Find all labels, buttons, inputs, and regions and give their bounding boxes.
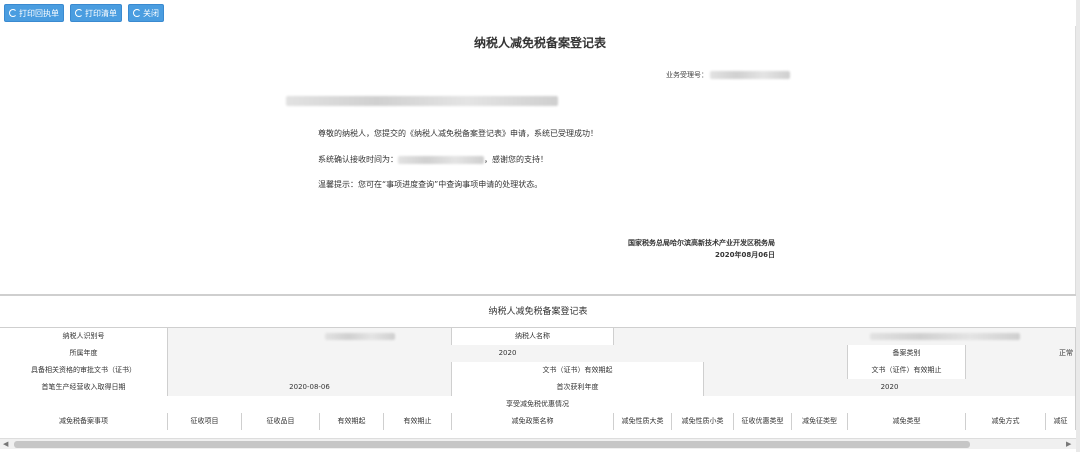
column-header: 减征 bbox=[1046, 413, 1076, 430]
print-receipt-label: 打印回执单 bbox=[19, 8, 59, 18]
first-income-date-value: 2020-08-06 bbox=[168, 379, 452, 396]
receipt-line-1: 尊敬的纳税人，您提交的《纳税人减免税备案登记表》申请，系统已受理成功！ bbox=[318, 129, 598, 138]
column-header: 有效期止 bbox=[384, 413, 452, 430]
column-header: 有效期起 bbox=[320, 413, 384, 430]
close-label: 关闭 bbox=[143, 8, 159, 18]
receipt-line-2-prefix: 系统确认接收时间为： bbox=[318, 155, 398, 164]
scrollbar-thumb[interactable] bbox=[14, 441, 970, 448]
redacted-business-number bbox=[710, 71, 790, 79]
redacted-receive-time bbox=[398, 155, 484, 164]
print-list-label: 打印清单 bbox=[85, 8, 117, 18]
first-income-date-label: 首笔生产经营收入取得日期 bbox=[0, 379, 168, 396]
approval-doc-value bbox=[168, 362, 452, 379]
taxpayer-name-value bbox=[614, 328, 1076, 345]
preferential-section-label: 享受减免税优惠情况 bbox=[0, 396, 1076, 413]
column-header: 征收项目 bbox=[168, 413, 242, 430]
receipt-date: 2020年08月06日 bbox=[715, 251, 775, 259]
table-row: 纳税人识别号 纳税人名称 bbox=[0, 328, 1076, 345]
redacted-taxpayer-id bbox=[324, 332, 395, 340]
scroll-right-icon[interactable]: ▶ bbox=[1066, 440, 1071, 449]
refresh-icon bbox=[9, 9, 17, 17]
filing-type-value: 正常 bbox=[966, 345, 1076, 362]
first-profit-year-label: 首次获利年度 bbox=[452, 379, 704, 396]
column-header: 减免性质大类 bbox=[614, 413, 672, 430]
table-row: 所属年度 2020 备案类别 正常 bbox=[0, 345, 1076, 362]
refresh-icon bbox=[133, 9, 141, 17]
close-button[interactable]: 关闭 bbox=[128, 4, 164, 22]
taxpayer-name-label: 纳税人名称 bbox=[452, 328, 614, 345]
receipt-title: 纳税人减免税备案登记表 bbox=[473, 36, 606, 50]
column-header: 征收优惠类型 bbox=[734, 413, 792, 430]
first-profit-year-value: 2020 bbox=[704, 379, 1076, 396]
doc-valid-to-label: 文书（证件）有效期止 bbox=[848, 362, 966, 379]
doc-valid-from-value bbox=[704, 362, 848, 379]
business-number: 业务受理号： bbox=[666, 70, 790, 80]
doc-valid-from-label: 文书（证书）有效期起 bbox=[452, 362, 704, 379]
print-list-button[interactable]: 打印清单 bbox=[70, 4, 122, 22]
table-row: 首笔生产经营收入取得日期 2020-08-06 首次获利年度 2020 bbox=[0, 379, 1076, 396]
column-header: 征收品目 bbox=[242, 413, 320, 430]
table-row: 享受减免税优惠情况 bbox=[0, 396, 1076, 413]
doc-valid-to-value bbox=[966, 362, 1076, 379]
column-header: 减免性质小类 bbox=[672, 413, 734, 430]
redacted-addressee bbox=[286, 96, 558, 106]
table-title: 纳税人减免税备案登记表 bbox=[0, 296, 1076, 328]
column-header: 减免税备案事项 bbox=[0, 413, 168, 430]
table-row: 具备相关资格的审批文书（证书） 文书（证书）有效期起 文书（证件）有效期止 bbox=[0, 362, 1076, 379]
taxpayer-id-value bbox=[168, 328, 452, 345]
taxpayer-id-label: 纳税人识别号 bbox=[0, 328, 168, 345]
receipt-line-2: 系统确认接收时间为： ，感谢您的支持！ bbox=[318, 154, 548, 165]
approval-doc-label: 具备相关资格的审批文书（证书） bbox=[0, 362, 168, 379]
column-header: 减免类型 bbox=[848, 413, 966, 430]
column-header: 减免政策名称 bbox=[452, 413, 614, 430]
year-value: 2020 bbox=[168, 345, 848, 362]
registration-table: 纳税人减免税备案登记表 纳税人识别号 纳税人名称 所属年度 2020 备案类别 … bbox=[0, 294, 1076, 438]
column-header: 减免方式 bbox=[966, 413, 1046, 430]
table-header-row: 减免税备案事项 征收项目 征收品目 有效期起 有效期止 减免政策名称 减免性质大… bbox=[0, 413, 1076, 430]
column-header: 减免征类型 bbox=[792, 413, 848, 430]
tax-office-name: 国家税务总局哈尔滨高新技术产业开发区税务局 bbox=[628, 239, 775, 247]
redacted-taxpayer-name bbox=[869, 332, 1020, 340]
horizontal-scrollbar[interactable]: ◀ ▶ bbox=[0, 438, 1076, 449]
toolbar: 打印回执单 打印清单 关闭 bbox=[0, 0, 1080, 26]
vertical-scrollbar[interactable] bbox=[1076, 0, 1080, 452]
print-receipt-button[interactable]: 打印回执单 bbox=[4, 4, 64, 22]
scroll-left-icon[interactable]: ◀ bbox=[3, 440, 8, 449]
refresh-icon bbox=[75, 9, 83, 17]
receipt-line-2-suffix: ，感谢您的支持！ bbox=[484, 155, 548, 164]
receipt-panel: 纳税人减免税备案登记表 业务受理号： 尊敬的纳税人，您提交的《纳税人减免税备案登… bbox=[0, 26, 1076, 294]
filing-type-label: 备案类别 bbox=[848, 345, 966, 362]
receipt-line-3: 温馨提示：您可在“事项进度查询”中查询事项申请的处理状态。 bbox=[318, 180, 543, 189]
year-label: 所属年度 bbox=[0, 345, 168, 362]
business-number-label: 业务受理号： bbox=[666, 71, 708, 79]
